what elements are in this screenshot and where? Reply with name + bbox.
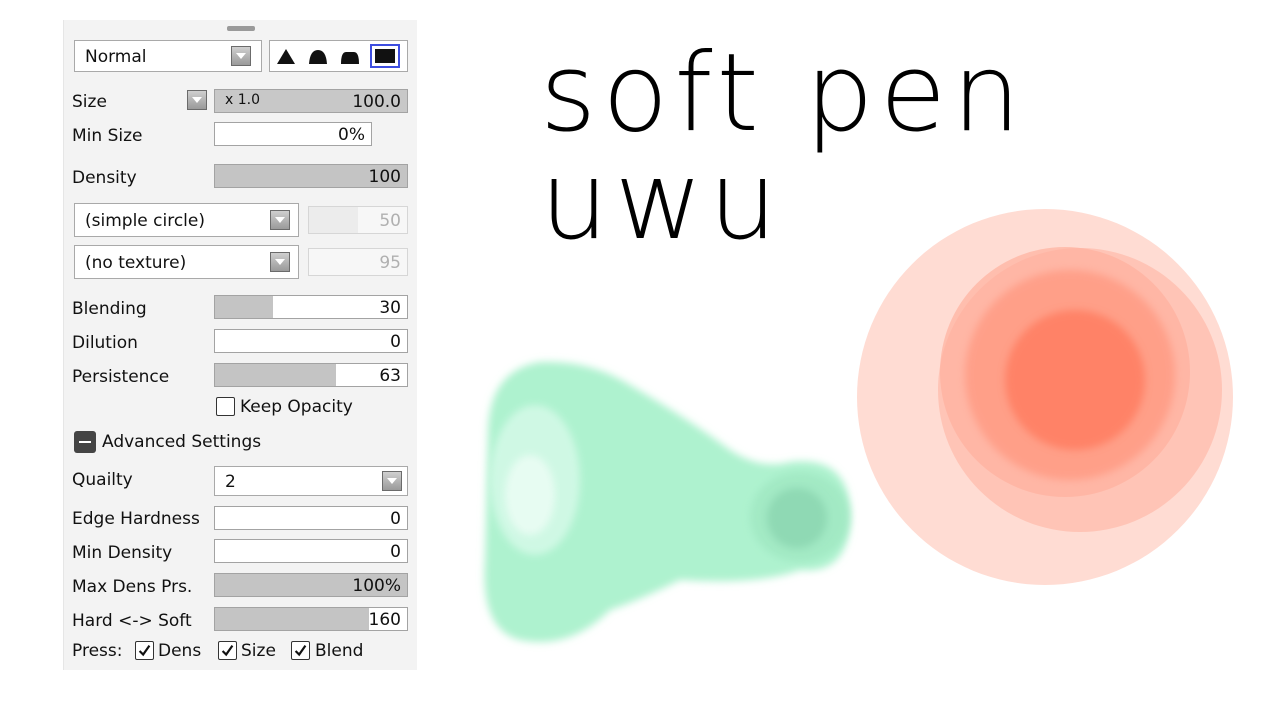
- chevron-down-icon[interactable]: [270, 252, 290, 272]
- density-value: 100: [368, 167, 401, 187]
- density-field[interactable]: 100: [214, 164, 408, 188]
- keep-opacity-label: Keep Opacity: [240, 397, 353, 417]
- green-soft-stroke: [484, 361, 850, 642]
- hard-soft-label: Hard <-> Soft: [72, 611, 192, 631]
- red-soft-circle: [857, 209, 1233, 585]
- min-size-label: Min Size: [72, 126, 143, 146]
- dilution-value: 0: [390, 332, 401, 352]
- min-density-label: Min Density: [72, 543, 173, 563]
- size-multiplier: x 1.0: [225, 92, 260, 108]
- advanced-settings-label: Advanced Settings: [102, 432, 262, 452]
- size-label: Size: [72, 92, 107, 112]
- checkmark-icon: [138, 644, 151, 657]
- keep-opacity-checkbox[interactable]: [216, 397, 235, 416]
- brush-shape-select[interactable]: (simple circle): [74, 203, 299, 237]
- hard-soft-value: 160: [368, 610, 401, 630]
- size-range-dropdown[interactable]: [187, 90, 207, 110]
- dilution-field[interactable]: 0: [214, 329, 408, 353]
- persistence-field[interactable]: 63: [214, 363, 408, 387]
- blending-field[interactable]: 30: [214, 295, 408, 319]
- blending-label: Blending: [72, 299, 147, 319]
- brush-tip-shapes: [269, 40, 408, 72]
- blend-mode-value: Normal: [85, 47, 147, 67]
- press-blend-checkbox[interactable]: [291, 641, 310, 660]
- persistence-value: 63: [379, 366, 401, 386]
- hard-soft-field[interactable]: 160: [214, 607, 408, 631]
- max-dens-prs-label: Max Dens Prs.: [72, 577, 193, 597]
- persistence-label: Persistence: [72, 367, 170, 387]
- brush-shape-value: (simple circle): [85, 211, 205, 231]
- quality-select[interactable]: 2: [214, 466, 408, 496]
- min-density-value: 0: [390, 542, 401, 562]
- min-density-field[interactable]: 0: [214, 539, 408, 563]
- tip-square-icon: [375, 49, 395, 63]
- tip-sharp-icon[interactable]: [275, 47, 297, 65]
- brush-settings-panel: Normal Size x 1.0 100.0 Min Size 0% Dens…: [63, 20, 417, 670]
- chevron-down-icon[interactable]: [270, 210, 290, 230]
- press-size-label: Size: [241, 641, 276, 661]
- max-dens-prs-value: 100%: [352, 576, 401, 596]
- brush-shape-amount-value: 50: [379, 211, 401, 231]
- texture-value: (no texture): [85, 253, 187, 273]
- min-size-field[interactable]: 0%: [214, 122, 372, 146]
- drawing-canvas[interactable]: soft pen uwu: [430, 0, 1280, 720]
- texture-amount-value: 95: [379, 253, 401, 273]
- brush-shape-amount: 50: [308, 206, 408, 234]
- quality-value: 2: [225, 472, 236, 492]
- checkmark-icon: [294, 644, 307, 657]
- slider-fill: [215, 608, 369, 630]
- collapse-icon[interactable]: [74, 431, 96, 453]
- checkmark-icon: [221, 644, 234, 657]
- slider-fill: [215, 296, 273, 318]
- blending-value: 30: [379, 298, 401, 318]
- min-size-value: 0%: [338, 125, 365, 145]
- size-value: 100.0: [352, 92, 401, 112]
- dilution-label: Dilution: [72, 333, 138, 353]
- chevron-down-icon[interactable]: [231, 46, 251, 66]
- edge-hardness-field[interactable]: 0: [214, 506, 408, 530]
- tip-square-selected[interactable]: [370, 44, 400, 68]
- tip-round-icon[interactable]: [307, 47, 329, 65]
- blend-mode-select[interactable]: Normal: [74, 40, 262, 72]
- chevron-down-icon[interactable]: [382, 471, 402, 491]
- edge-hardness-value: 0: [390, 509, 401, 529]
- press-label: Press:: [72, 641, 123, 661]
- texture-select[interactable]: (no texture): [74, 245, 299, 279]
- press-dens-checkbox[interactable]: [135, 641, 154, 660]
- size-field[interactable]: x 1.0 100.0: [214, 89, 408, 113]
- press-blend-label: Blend: [315, 641, 364, 661]
- press-size-checkbox[interactable]: [218, 641, 237, 660]
- quality-label: Quailty: [72, 470, 133, 490]
- max-dens-prs-field[interactable]: 100%: [214, 573, 408, 597]
- panel-grip[interactable]: [227, 26, 255, 31]
- slider-fill: [215, 364, 336, 386]
- edge-hardness-label: Edge Hardness: [72, 509, 200, 529]
- press-dens-label: Dens: [158, 641, 202, 661]
- paint-strokes: [484, 209, 1233, 642]
- density-label: Density: [72, 168, 137, 188]
- texture-amount: 95: [308, 248, 408, 276]
- tip-flat-icon[interactable]: [339, 47, 361, 65]
